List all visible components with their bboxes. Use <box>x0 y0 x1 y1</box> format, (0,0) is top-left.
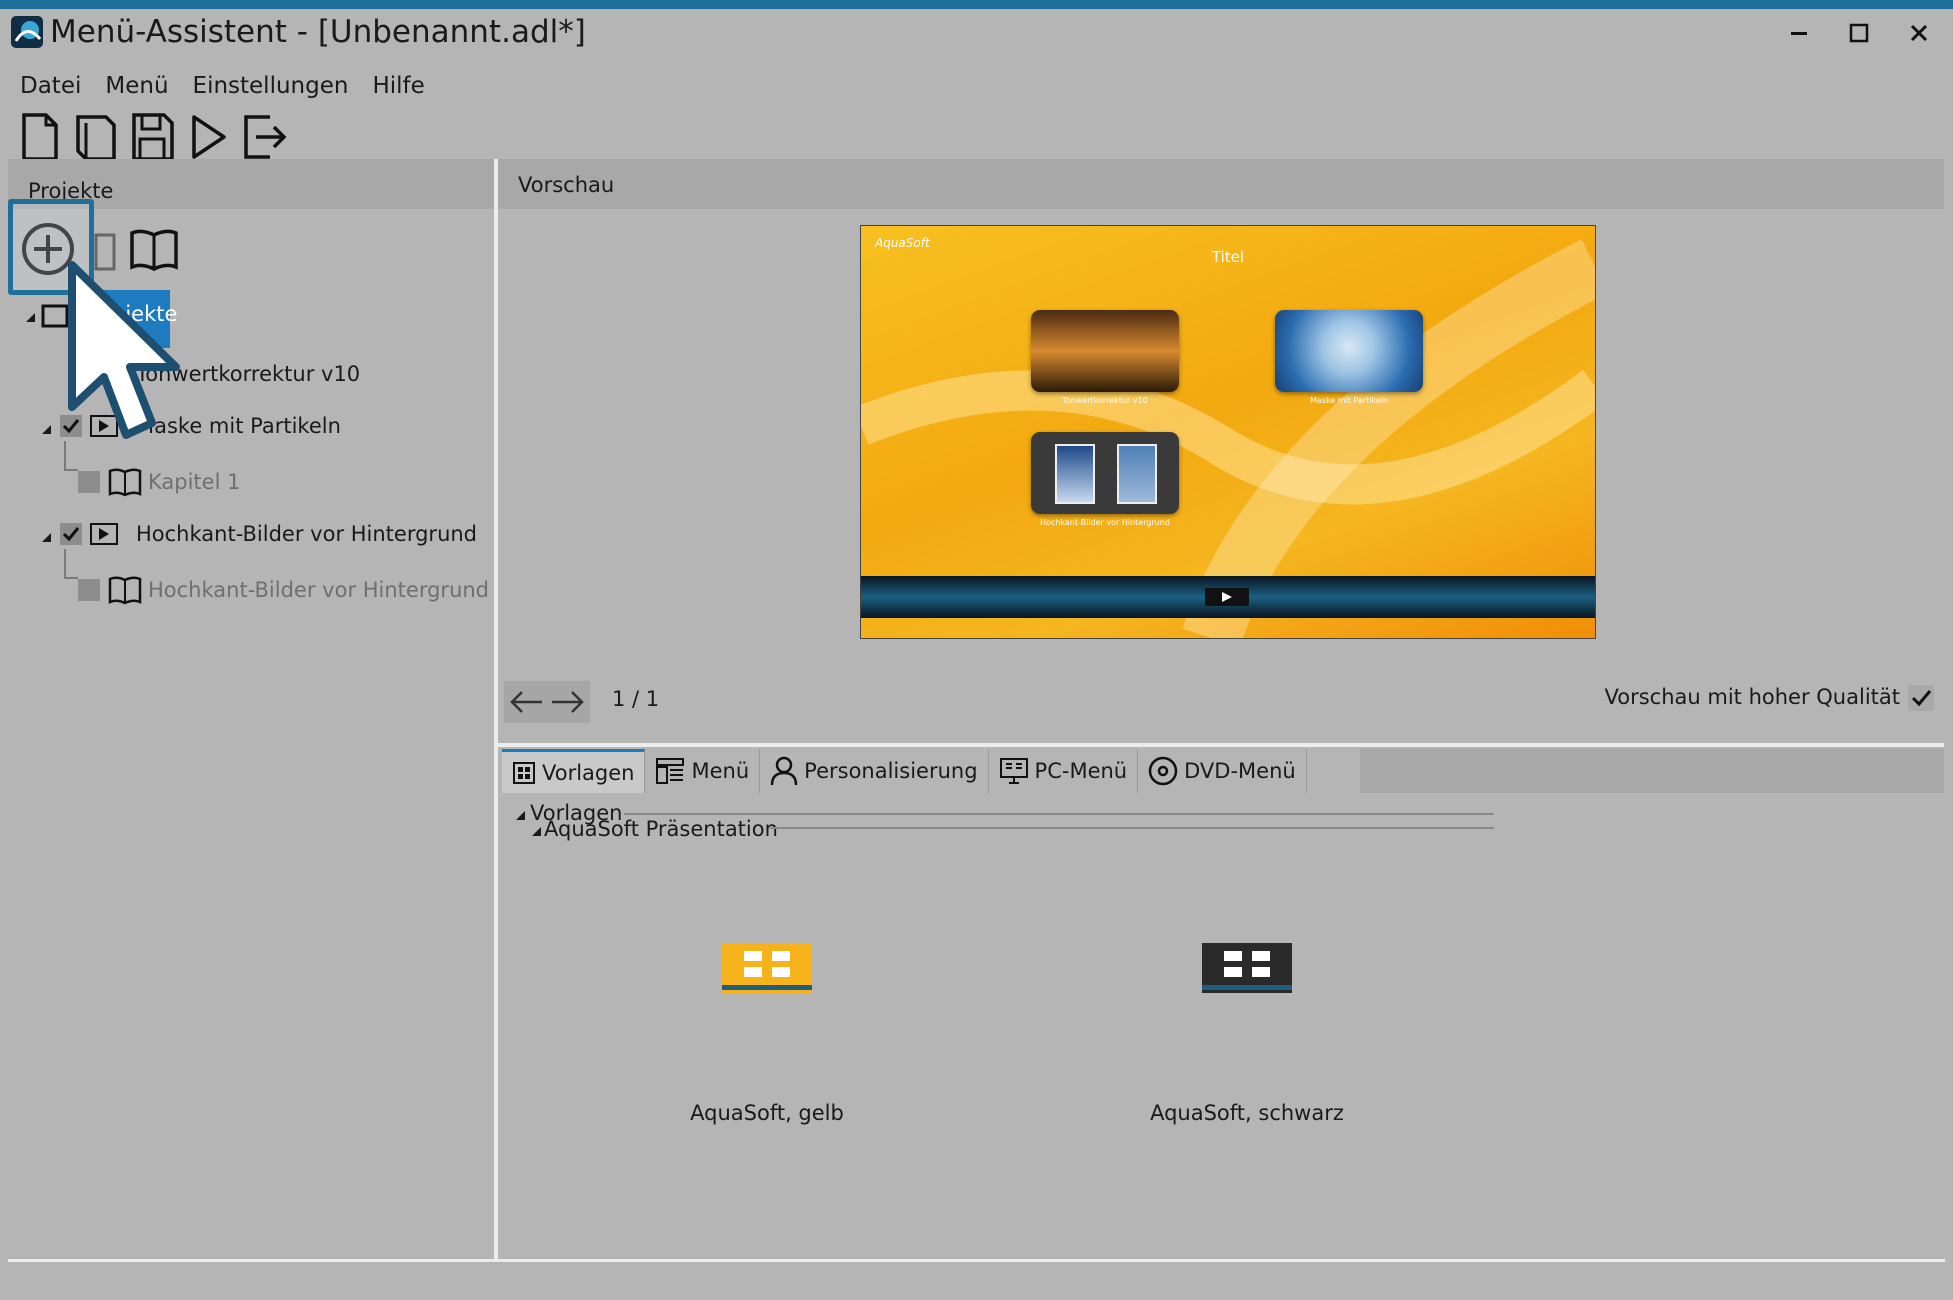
portrait-image-1 <box>1055 444 1095 504</box>
save-icon[interactable] <box>128 109 176 165</box>
menu-einstellungen[interactable]: Einstellungen <box>181 66 361 106</box>
menu-layout-icon <box>656 758 685 784</box>
grid-icon <box>513 761 535 784</box>
preview-thumb-particles[interactable] <box>1275 310 1423 392</box>
tab-label: Personalisierung <box>804 759 978 783</box>
tree-item-label[interactable]: Kapitel 1 <box>148 467 240 497</box>
projects-panel: Projekte Projekte Tonwertkorrektur v10 M… <box>8 159 494 1259</box>
chapter-book-icon <box>108 468 142 497</box>
high-quality-checkbox[interactable] <box>1908 685 1934 711</box>
preview-thumb-caption: Hochkant-Bilder vor Hintergrund <box>1040 518 1170 527</box>
horizontal-splitter[interactable] <box>498 743 1944 747</box>
group-expander[interactable] <box>516 811 525 820</box>
template-label[interactable]: AquaSoft, schwarz <box>1097 1101 1397 1125</box>
tab-label: Menü <box>691 759 750 783</box>
tree-item-label[interactable]: Hochkant-Bilder vor Hintergrund <box>136 519 477 549</box>
group-divider <box>624 813 1494 815</box>
page-nav <box>504 681 590 723</box>
tree-expander[interactable] <box>42 425 51 434</box>
menu-menue[interactable]: Menü <box>93 66 180 106</box>
app-logo-icon <box>11 16 43 48</box>
preview-header-label: Vorschau <box>518 173 615 197</box>
menu-preview: AquaSoft Titel Tonwertkorrektur v10 Mask… <box>860 225 1596 639</box>
tree-checkbox[interactable] <box>78 579 100 601</box>
tree-expander[interactable] <box>42 533 51 542</box>
tree-checkbox[interactable] <box>60 523 82 545</box>
tree-checkbox[interactable] <box>78 471 100 493</box>
portrait-image-2 <box>1117 444 1157 504</box>
minimize-button[interactable] <box>1779 17 1819 53</box>
tree-connector <box>64 469 78 471</box>
preview-thumb-portrait[interactable] <box>1031 432 1179 514</box>
template-subgroup-label: AquaSoft Präsentation <box>544 817 778 841</box>
menu-bar: Datei Menü Einstellungen Hilfe <box>8 66 437 106</box>
tab-label: Vorlagen <box>542 760 635 785</box>
close-icon <box>1910 24 1928 42</box>
preview-thumb-forest[interactable] <box>1031 310 1179 392</box>
preview-thumb-caption: Maske mit Partikeln <box>1309 396 1389 405</box>
title-bar: Menü-Assistent - [Unbenannt.adl*] <box>8 9 1945 57</box>
monitor-icon <box>999 758 1028 784</box>
tab-label: PC-Menü <box>1034 759 1128 783</box>
template-layout-icon <box>722 951 812 990</box>
tab-dvd-menue[interactable]: DVD-Menü <box>1138 749 1307 793</box>
minimize-icon <box>1791 32 1807 35</box>
maximize-button[interactable] <box>1839 17 1879 53</box>
subgroup-expander[interactable] <box>532 827 541 836</box>
video-icon <box>90 523 118 545</box>
tab-pc-menue[interactable]: PC-Menü <box>988 749 1139 793</box>
mouse-cursor-icon <box>68 261 180 439</box>
high-quality-label: Vorschau mit hoher Qualität <box>1604 685 1900 709</box>
subgroup-divider <box>770 827 1494 829</box>
tab-vorlagen[interactable]: Vorlagen <box>502 749 646 793</box>
maximize-icon <box>1849 23 1869 43</box>
status-bar <box>8 1259 1945 1293</box>
tree-connector <box>64 549 66 577</box>
tab-personalisierung[interactable]: Personalisierung <box>760 749 989 793</box>
play-icon[interactable] <box>184 109 232 165</box>
tab-menue[interactable]: Menü <box>645 749 761 793</box>
preview-play-button[interactable] <box>1205 588 1249 606</box>
chapter-book-icon <box>108 576 142 605</box>
main-toolbar <box>16 109 288 165</box>
window-title: Menü-Assistent - [Unbenannt.adl*] <box>50 14 586 50</box>
page-indicator: 1 / 1 <box>612 687 660 711</box>
template-layout-icon <box>1202 951 1292 990</box>
tree-connector <box>64 577 78 579</box>
person-icon <box>770 756 798 786</box>
tab-bar: Vorlagen Menü Personalisierung PC-Menü D… <box>502 749 1307 793</box>
menu-hilfe[interactable]: Hilfe <box>360 66 436 106</box>
template-label[interactable]: AquaSoft, gelb <box>617 1101 917 1125</box>
preview-title: Titel <box>1211 248 1245 266</box>
close-button[interactable] <box>1899 17 1939 53</box>
open-icon[interactable] <box>72 109 120 165</box>
preview-header: Vorschau <box>498 159 1944 209</box>
disc-icon <box>1148 756 1178 786</box>
preview-panel: Vorschau AquaSoft Titel Tonwertkorrektur… <box>498 159 1944 1259</box>
preview-thumb-caption: Tonwertkorrektur v10 <box>1062 396 1148 405</box>
tabs-background <box>1360 749 1944 793</box>
app-window: Menü-Assistent - [Unbenannt.adl*] Datei … <box>8 9 1945 1293</box>
template-thumb-yellow[interactable] <box>722 943 812 993</box>
tree-item-label[interactable]: Hochkant-Bilder vor Hintergrund <box>148 575 489 605</box>
template-thumb-black[interactable] <box>1202 943 1292 993</box>
menu-datei[interactable]: Datei <box>8 66 93 106</box>
tab-label: DVD-Menü <box>1184 759 1296 783</box>
new-file-icon[interactable] <box>16 109 64 165</box>
window-top-strip <box>0 0 1953 9</box>
tree-root-expander[interactable] <box>26 313 35 322</box>
exit-icon[interactable] <box>240 109 288 165</box>
arrow-left-icon[interactable] <box>508 689 544 715</box>
arrow-right-icon[interactable] <box>550 689 586 715</box>
